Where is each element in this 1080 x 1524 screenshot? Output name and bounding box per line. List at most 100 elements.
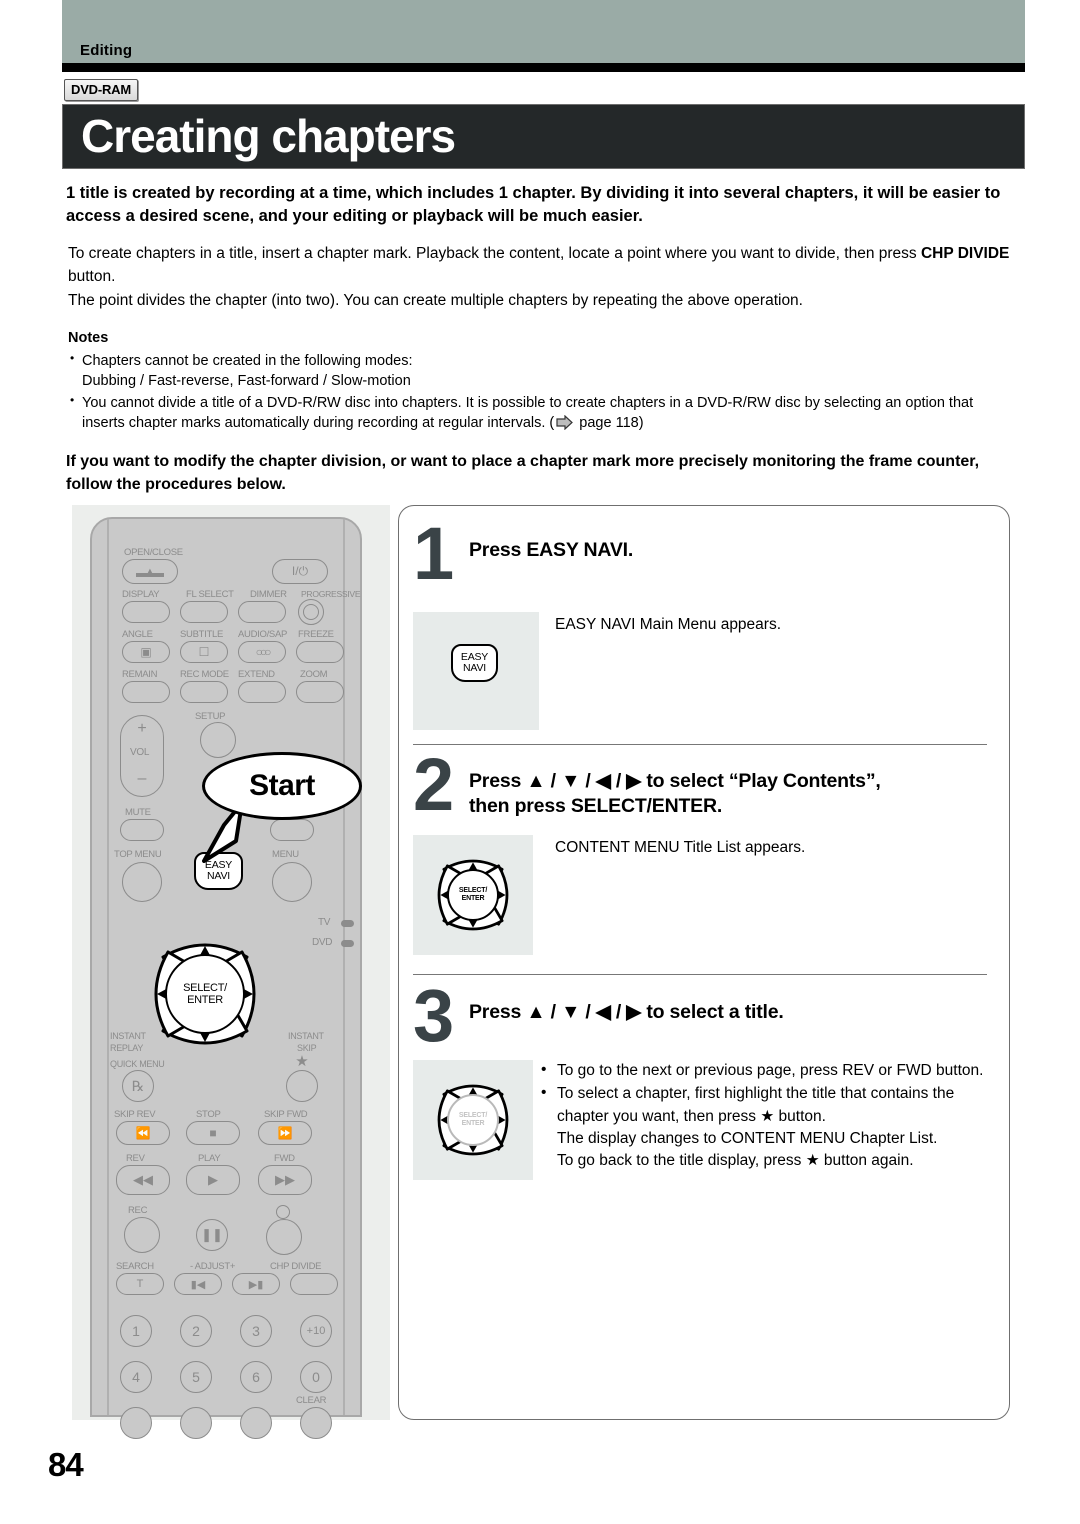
step-divider-2 [413, 974, 987, 975]
num-plus10-label: +10 [306, 1325, 326, 1337]
page-title: Creating chapters [81, 110, 456, 162]
camera-icon: ▣ [140, 645, 152, 659]
intro-paragraph: To create chapters in a title, insert a … [68, 243, 1013, 312]
fwd-icon: ▶▶ [275, 1172, 295, 1187]
button-num-9[interactable] [240, 1407, 272, 1439]
note-item: You cannot divide a title of a DVD-R/RW … [68, 392, 1018, 434]
label-instant-replay-2: REPLAY [110, 1043, 144, 1053]
step-1: 1 Press EASY NAVI. EASY NAVI EASY NAVI M… [399, 512, 1011, 736]
button-clear[interactable] [300, 1407, 332, 1439]
button-select-enter[interactable]: SELECT/ ENTER [165, 954, 245, 1034]
label-subtitle: SUBTITLE [180, 629, 223, 640]
button-rec-mode[interactable] [180, 681, 228, 703]
label-extend: EXTEND [238, 669, 275, 680]
right-arrow-icon [556, 415, 574, 431]
tn-select-enter-label: SELECT/ ENTER [447, 1094, 499, 1146]
power-icon: I/⏻ [291, 564, 309, 578]
button-fl-select[interactable] [180, 601, 228, 623]
label-dvd: DVD [312, 937, 333, 948]
remote-left-spine [107, 519, 109, 1415]
step-3-extra-line-1: The display changes to CONTENT MENU Chap… [557, 1129, 938, 1147]
button-dimmer[interactable] [238, 601, 286, 623]
note-item-text: Chapters cannot be created in the follow… [82, 352, 413, 369]
step-2-heading: Press ▲ / ▼ / ◀ / ▶ to select “Play Cont… [469, 769, 997, 819]
button-input-select[interactable] [270, 819, 314, 841]
label-menu: MENU [272, 849, 299, 860]
step-3-thumbnail: SELECT/ ENTER [413, 1060, 533, 1180]
intro-text-b: button. [68, 267, 116, 285]
rev-icon: ◀◀ [133, 1172, 153, 1187]
button-star[interactable] [286, 1070, 318, 1102]
remote-control-body: OPEN/CLOSE ▲ I/⏻ DISPLAY FL SELECT DIMME… [90, 517, 362, 1439]
label-progressive: PROGRESSIVE [301, 589, 361, 599]
num-3-label: 3 [252, 1323, 260, 1339]
button-display[interactable] [122, 601, 170, 623]
label-display: DISPLAY [122, 589, 160, 600]
notes-list: Chapters cannot be created in the follow… [68, 350, 1018, 434]
button-remain[interactable] [122, 681, 170, 703]
button-num-8[interactable] [180, 1407, 212, 1439]
dpad-control[interactable]: SELECT/ ENTER [130, 919, 280, 1069]
label-angle: ANGLE [122, 629, 153, 640]
button-setup[interactable] [200, 722, 236, 758]
num-5-label: 5 [192, 1369, 200, 1385]
label-instant-replay-1: INSTANT [110, 1031, 146, 1041]
step-3-bullet: To select a chapter, first highlight the… [537, 1082, 993, 1172]
num-6-label: 6 [252, 1369, 260, 1385]
step-2-heading-line2: then press SELECT/ENTER. [469, 794, 723, 817]
step-1-number: 1 [413, 512, 455, 595]
progressive-inner-icon [303, 604, 319, 620]
volume-up-icon[interactable]: + [120, 717, 164, 741]
label-quick-menu: QUICK MENU [110, 1059, 165, 1069]
tn3-se-line2: ENTER [461, 1120, 485, 1127]
button-top-menu[interactable] [122, 862, 162, 902]
step-2-heading-line1: Press ▲ / ▼ / ◀ / ▶ to select “Play Cont… [469, 770, 881, 792]
play-icon: ▶ [208, 1172, 218, 1187]
section-header-band: Editing [62, 0, 1025, 63]
button-num-7[interactable] [120, 1407, 152, 1439]
step-3-bullet-list: To go to the next or previous page, pres… [537, 1059, 993, 1173]
chp-divide-bold: CHP DIVIDE [920, 245, 1010, 262]
button-rec[interactable] [124, 1217, 160, 1253]
label-play: PLAY [198, 1153, 221, 1164]
search-t-icon: T [136, 1278, 144, 1290]
step-2-number: 2 [413, 743, 455, 826]
step-divider-1 [413, 744, 987, 745]
audio-icon: ○○○ [255, 645, 272, 659]
note-item-ref: page 118) [575, 415, 644, 432]
button-chp-divide[interactable] [290, 1273, 338, 1295]
step-2: 2 Press ▲ / ▼ / ◀ / ▶ to select “Play Co… [399, 743, 1011, 967]
start-callout-bubble: Start [202, 752, 362, 820]
tn-select-enter-label: SELECT/ ENTER [447, 869, 499, 921]
intro-line-1: To create chapters in a title, insert a … [68, 243, 1013, 289]
button-record[interactable] [266, 1219, 302, 1255]
section-category-label: Editing [80, 42, 133, 59]
label-rev: REV [126, 1153, 145, 1164]
button-menu[interactable] [272, 862, 312, 902]
button-mute[interactable] [120, 819, 164, 841]
label-stop: STOP [196, 1109, 221, 1120]
num-4-label: 4 [132, 1369, 140, 1385]
button-extend[interactable] [238, 681, 286, 703]
skip-rev-icon: ⏪ [135, 1126, 151, 1140]
adjust-minus-icon: ▮◀ [190, 1278, 206, 1291]
button-freeze[interactable] [296, 641, 344, 663]
note-item-text: You cannot divide a title of a DVD-R/RW … [82, 394, 974, 432]
label-setup: SETUP [195, 711, 226, 722]
label-zoom: ZOOM [300, 669, 328, 680]
num-0-label: 0 [312, 1369, 320, 1385]
tn-easy-line2: NAVI [463, 662, 486, 674]
step-3-body: To go to the next or previous page, pres… [537, 1059, 993, 1174]
pause-icon: ❚❚ [201, 1227, 223, 1242]
button-zoom[interactable] [296, 681, 344, 703]
volume-down-icon[interactable]: – [120, 767, 164, 791]
dvd-indicator-icon [341, 940, 354, 947]
select-enter-line1: SELECT/ [183, 981, 227, 994]
dpad-select-enter-icon: SELECT/ ENTER [421, 1068, 525, 1172]
num-1-label: 1 [132, 1323, 140, 1339]
label-fwd: FWD [274, 1153, 295, 1164]
label-freeze: FREEZE [298, 629, 334, 640]
tn2-se-line1: SELECT/ [458, 887, 488, 895]
procedure-steps-panel: 1 Press EASY NAVI. EASY NAVI EASY NAVI M… [398, 505, 1010, 1420]
label-audio-sap: AUDIO/SAP [238, 629, 288, 640]
